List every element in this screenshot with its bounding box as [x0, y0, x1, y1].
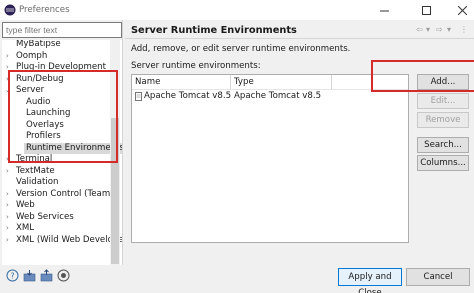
header-separator: [125, 38, 474, 39]
apply-and-close-button[interactable]: Apply and Close: [338, 268, 402, 293]
page-title: Server Runtime Environments: [131, 25, 297, 36]
forward-arrow-icon[interactable]: ⇨: [436, 25, 443, 34]
annotation-highlight-tree: [8, 70, 118, 163]
maximize-button[interactable]: [414, 0, 438, 20]
tree-item-label: Validation: [16, 177, 59, 187]
filter-input[interactable]: [2, 22, 122, 38]
minimize-icon: [379, 10, 389, 11]
edit-button[interactable]: Edit...: [417, 93, 469, 109]
more-options-icon[interactable]: ⋮: [460, 25, 468, 34]
import-icon[interactable]: [23, 269, 36, 282]
minimize-button[interactable]: [372, 0, 396, 20]
chevron-right-icon[interactable]: ›: [6, 235, 14, 246]
server-runtime-icon: [135, 92, 142, 101]
chevron-right-icon[interactable]: ›: [6, 200, 14, 211]
columns-button[interactable]: Columns...: [417, 155, 469, 171]
column-header-type[interactable]: Type: [231, 75, 331, 89]
back-arrow-icon[interactable]: ⇦: [416, 25, 423, 34]
tree-item-label: Oomph: [16, 51, 48, 61]
bottom-toolbar: ?: [6, 269, 76, 283]
tree-item-label: Version Control (Team): [16, 189, 114, 199]
cell-name: Apache Tomcat v8.5: [144, 91, 232, 101]
page-navigation: ⇦ ▾ ⇨ ▾ ⋮: [416, 25, 472, 37]
chevron-right-icon[interactable]: ›: [6, 212, 14, 223]
search-button[interactable]: Search...: [417, 137, 469, 153]
chevron-right-icon[interactable]: ›: [6, 166, 14, 177]
chevron-right-icon[interactable]: ›: [6, 51, 14, 62]
preference-recorder-icon[interactable]: [57, 269, 70, 282]
eclipse-app-icon: [4, 4, 16, 16]
chevron-right-icon[interactable]: ›: [6, 189, 14, 200]
cell-type: Apache Tomcat v8.5: [234, 91, 322, 101]
column-divider[interactable]: [331, 75, 332, 89]
tree-item-label: XML (Wild Web Developer): [16, 235, 122, 245]
list-label: Server runtime environments:: [131, 61, 261, 71]
svg-text:?: ?: [10, 272, 14, 281]
cancel-button[interactable]: Cancel: [406, 268, 470, 286]
export-icon[interactable]: [40, 269, 53, 282]
runtime-environments-table[interactable]: Name Type Apache Tomcat v8.5 Apache Tomc…: [131, 74, 409, 243]
title-bar: Preferences: [0, 0, 474, 20]
back-dropdown-icon[interactable]: ▾: [426, 25, 430, 34]
tree-item-label: Web: [16, 200, 35, 210]
close-icon: [457, 5, 467, 15]
annotation-highlight-add: [371, 60, 474, 92]
close-window-button[interactable]: [450, 0, 474, 20]
column-header-name[interactable]: Name: [132, 75, 230, 89]
forward-dropdown-icon[interactable]: ▾: [447, 25, 451, 34]
pane-divider[interactable]: [122, 20, 123, 265]
tree-item-label: TextMate: [16, 166, 55, 176]
chevron-right-icon[interactable]: ›: [6, 223, 14, 234]
remove-button[interactable]: Remove: [417, 112, 469, 128]
tree-item-label: XML: [16, 223, 35, 233]
window-title: Preferences: [19, 5, 70, 15]
page-description: Add, remove, or edit server runtime envi…: [131, 44, 351, 54]
tree-item-label: Web Services: [16, 212, 74, 222]
tree-item-label: MyBatipse: [16, 40, 61, 49]
help-icon[interactable]: ?: [6, 269, 19, 282]
maximize-icon: [421, 5, 431, 15]
